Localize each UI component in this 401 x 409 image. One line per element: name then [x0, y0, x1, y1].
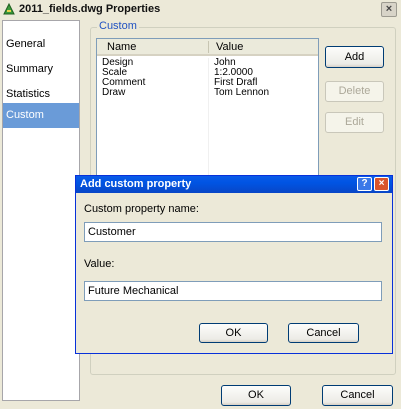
property-name-label: Custom property name: — [84, 203, 199, 215]
dialog-title: Add custom property — [76, 176, 392, 193]
nav-item-general[interactable]: General — [3, 32, 79, 57]
custom-properties-list[interactable]: Name Value Design John Scale 1:2.0000 Co… — [96, 38, 319, 188]
dialog-cancel-button[interactable]: Cancel — [288, 323, 359, 343]
dialog-close-button[interactable]: × — [374, 177, 389, 191]
table-row[interactable]: Draw Tom Lennon — [97, 88, 318, 98]
properties-window: 2011_fields.dwg Properties × General Sum… — [0, 0, 401, 409]
dialog-ok-button[interactable]: OK — [199, 323, 268, 343]
nav-item-summary[interactable]: Summary — [3, 57, 79, 82]
app-icon — [3, 2, 15, 15]
window-title: 2011_fields.dwg Properties — [19, 3, 161, 15]
title-bar: 2011_fields.dwg Properties × — [0, 0, 401, 19]
column-header-value[interactable]: Value — [216, 41, 243, 53]
delete-button[interactable]: Delete — [325, 81, 384, 102]
table-row[interactable]: Comment First Drafl — [97, 78, 318, 88]
row-value: Tom Lennon — [214, 87, 270, 98]
edit-button[interactable]: Edit — [325, 112, 384, 133]
column-header-name[interactable]: Name — [107, 41, 136, 53]
group-title: Custom — [97, 20, 139, 32]
close-button[interactable]: × — [381, 2, 397, 17]
value-input[interactable]: Future Mechanical — [84, 281, 382, 301]
list-header: Name Value — [97, 39, 318, 56]
table-row[interactable]: Design John — [97, 58, 318, 68]
property-name-input[interactable]: Customer — [84, 222, 382, 242]
ok-button[interactable]: OK — [221, 385, 291, 406]
nav-item-custom[interactable]: Custom — [3, 103, 79, 128]
value-label: Value: — [84, 258, 115, 270]
add-custom-property-dialog: Add custom property ? × Custom property … — [75, 175, 393, 354]
cancel-button[interactable]: Cancel — [322, 385, 393, 406]
column-separator[interactable] — [208, 41, 209, 53]
category-list: General Summary Statistics Custom — [2, 20, 80, 401]
add-button[interactable]: Add — [325, 46, 384, 68]
row-name: Draw — [102, 87, 126, 98]
help-button[interactable]: ? — [357, 177, 372, 191]
